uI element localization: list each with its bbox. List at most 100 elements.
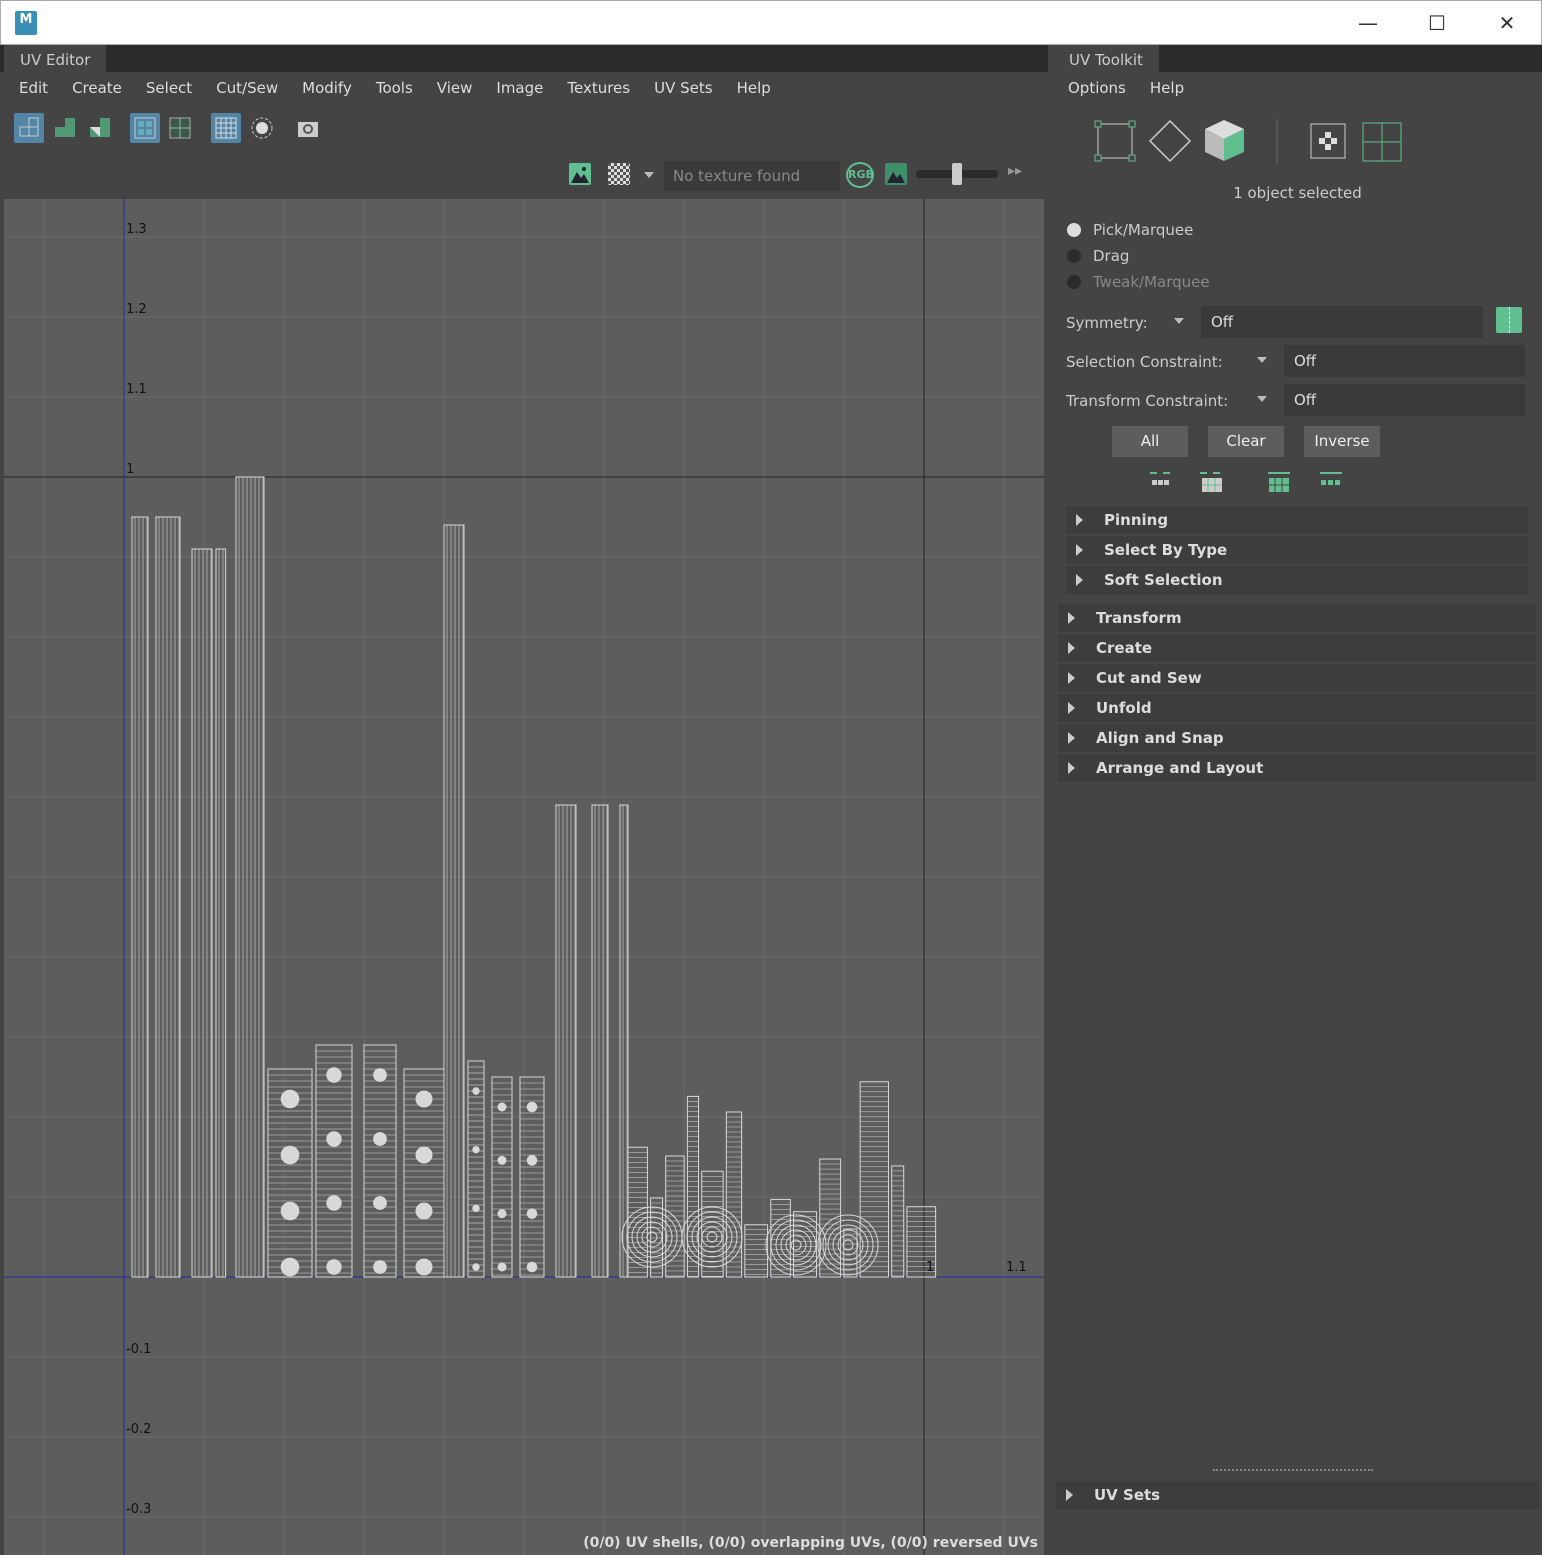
section-label: Pinning bbox=[1104, 511, 1169, 529]
shaded-icon[interactable] bbox=[165, 113, 195, 143]
menu-create[interactable]: Create bbox=[60, 75, 134, 103]
menu-select[interactable]: Select bbox=[134, 75, 204, 103]
rgb-channels-icon[interactable]: RGB bbox=[846, 162, 874, 188]
symmetry-toggle-icon[interactable] bbox=[1496, 307, 1522, 333]
vertex-mode-icon[interactable] bbox=[1094, 120, 1136, 162]
maximize-button[interactable]: ☐ bbox=[1422, 9, 1452, 37]
radio-pick-marquee[interactable]: Pick/Marquee bbox=[1067, 221, 1193, 239]
object-mode-icon[interactable] bbox=[1205, 120, 1244, 161]
section-label: Align and Snap bbox=[1096, 729, 1224, 747]
chevron-down-icon[interactable] bbox=[1257, 357, 1267, 363]
radio-label: Tweak/Marquee bbox=[1093, 273, 1210, 291]
uv-shell bbox=[665, 1155, 685, 1278]
uv-shell bbox=[891, 1165, 905, 1278]
edge-mode-icon[interactable] bbox=[1148, 119, 1192, 163]
menu-uv-sets[interactable]: UV Sets bbox=[642, 75, 724, 103]
uv-shell bbox=[859, 1081, 890, 1278]
v-axis-label: -0.1 bbox=[126, 1342, 151, 1357]
uv-shell bbox=[155, 516, 181, 1278]
expand-arrow-icon bbox=[1076, 574, 1083, 586]
section-align-and-snap[interactable]: Align and Snap bbox=[1058, 724, 1536, 752]
section-uv-sets[interactable]: UV Sets bbox=[1056, 1481, 1539, 1509]
menu-cut-sew[interactable]: Cut/Sew bbox=[204, 75, 290, 103]
resize-handle[interactable] bbox=[1213, 1469, 1373, 1471]
section-soft-selection[interactable]: Soft Selection bbox=[1066, 566, 1528, 594]
section-label: Transform bbox=[1096, 609, 1182, 627]
uv-grid[interactable]: 1.31.21.11-0.1-0.2-0.3-0.111.1 bbox=[4, 199, 1044, 1555]
image-ratio-icon[interactable] bbox=[885, 163, 907, 185]
selection-type-icons bbox=[1094, 119, 1402, 165]
menu-options[interactable]: Options bbox=[1056, 75, 1138, 103]
texture-field[interactable]: No texture found bbox=[664, 161, 840, 191]
radio-tweak-marquee[interactable]: Tweak/Marquee bbox=[1067, 273, 1210, 291]
checker-icon[interactable] bbox=[608, 163, 630, 185]
section-label: Select By Type bbox=[1104, 541, 1228, 559]
expand-arrow-icon bbox=[1066, 1489, 1073, 1501]
grid-icon[interactable] bbox=[211, 113, 241, 143]
uv-distortion-icon[interactable] bbox=[85, 113, 115, 143]
chevron-down-icon[interactable] bbox=[644, 172, 654, 178]
uv-editor-panel: UV Editor Edit Create Select Cut/Sew Modify T… bbox=[0, 45, 1048, 1555]
minimize-button[interactable]: — bbox=[1353, 9, 1383, 37]
menu-image[interactable]: Image bbox=[484, 75, 555, 103]
tab-uv-toolkit[interactable]: UV Toolkit bbox=[1053, 45, 1159, 72]
section-label: Unfold bbox=[1096, 699, 1152, 717]
exposure-slider[interactable] bbox=[916, 163, 998, 185]
tab-uv-editor[interactable]: UV Editor bbox=[4, 45, 107, 72]
section-label: Create bbox=[1096, 639, 1153, 657]
shrink-selection-icon[interactable] bbox=[1150, 472, 1170, 485]
menu-tools[interactable]: Tools bbox=[364, 75, 425, 103]
camera-icon[interactable] bbox=[293, 113, 323, 143]
section-unfold[interactable]: Unfold bbox=[1058, 694, 1536, 722]
section-select-by-type[interactable]: Select By Type bbox=[1066, 536, 1528, 564]
grow-region-icon[interactable] bbox=[1268, 472, 1290, 492]
symmetry-field[interactable]: Off bbox=[1201, 306, 1483, 338]
menu-help[interactable]: Help bbox=[725, 75, 783, 103]
menu-modify[interactable]: Modify bbox=[290, 75, 364, 103]
expand-arrow-icon bbox=[1068, 732, 1075, 744]
menu-help[interactable]: Help bbox=[1138, 75, 1196, 103]
menu-textures[interactable]: Textures bbox=[555, 75, 642, 103]
chevron-down-icon[interactable] bbox=[1174, 318, 1184, 324]
uv-shell bbox=[131, 516, 149, 1278]
expand-arrow-icon bbox=[1068, 702, 1075, 714]
v-axis-label: 1.2 bbox=[126, 302, 147, 317]
grow-selection-icon[interactable] bbox=[1320, 472, 1342, 485]
clear-button[interactable]: Clear bbox=[1208, 426, 1284, 457]
image-icon[interactable] bbox=[569, 163, 591, 185]
section-cut-and-sew[interactable]: Cut and Sew bbox=[1058, 664, 1536, 692]
select-all-button[interactable]: All bbox=[1112, 426, 1188, 457]
chevron-down-icon[interactable] bbox=[1257, 396, 1267, 402]
selection-info: 1 object selected bbox=[1233, 184, 1362, 202]
section-pinning[interactable]: Pinning bbox=[1066, 506, 1528, 534]
uv-shell-mode-icon[interactable] bbox=[1362, 122, 1402, 162]
uv-toolkit-panel: UV Toolkit Options Help 1 object selected… bbox=[1053, 45, 1542, 1515]
uv-mode-icon[interactable] bbox=[1310, 123, 1346, 159]
inverse-button[interactable]: Inverse bbox=[1304, 426, 1380, 457]
uv-shell bbox=[646, 1231, 658, 1243]
transform-constraint-field[interactable]: Off bbox=[1284, 384, 1525, 416]
uv-shell bbox=[770, 1219, 822, 1271]
selection-constraint-field[interactable]: Off bbox=[1284, 345, 1525, 377]
section-transform[interactable]: Transform bbox=[1058, 604, 1536, 632]
u-axis-label: 1 bbox=[926, 1260, 934, 1275]
snap-icon[interactable] bbox=[247, 113, 277, 143]
v-axis-label: 1.1 bbox=[126, 382, 147, 397]
menu-view[interactable]: View bbox=[425, 75, 485, 103]
tab-bar bbox=[0, 45, 1048, 72]
section-create[interactable]: Create bbox=[1058, 634, 1536, 662]
close-button[interactable]: ✕ bbox=[1492, 9, 1522, 37]
menu-edit[interactable]: Edit bbox=[7, 75, 60, 103]
uv-viewport[interactable]: 1.31.21.11-0.1-0.2-0.3-0.111.1 (0/0) UV … bbox=[4, 199, 1044, 1555]
wireframe-icon[interactable] bbox=[130, 113, 160, 143]
section-arrange-and-layout[interactable]: Arrange and Layout bbox=[1058, 754, 1536, 782]
shell-select-icon[interactable] bbox=[14, 113, 44, 143]
uv-status: (0/0) UV shells, (0/0) overlapping UVs, … bbox=[583, 1535, 1038, 1551]
radio-dot-icon bbox=[1067, 249, 1081, 263]
radio-drag[interactable]: Drag bbox=[1067, 247, 1129, 265]
expand-arrow-icon bbox=[1068, 762, 1075, 774]
expand-toolbar-icon[interactable]: ▸▸ bbox=[1008, 163, 1022, 179]
title-bar: M — ☐ ✕ bbox=[0, 0, 1542, 45]
uv-shell-icon[interactable] bbox=[50, 113, 80, 143]
shrink-region-icon[interactable] bbox=[1200, 472, 1222, 492]
